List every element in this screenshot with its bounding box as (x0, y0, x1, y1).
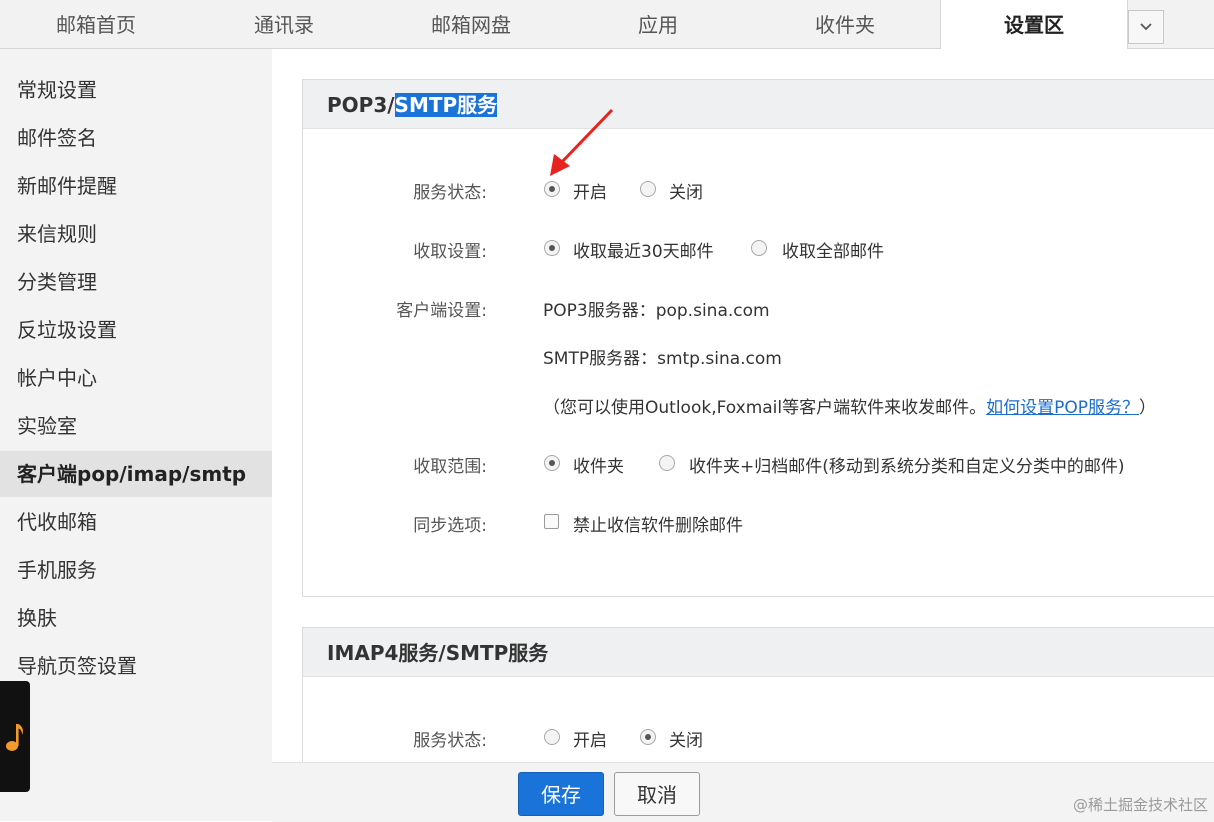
sidebar-item-client-protocols[interactable]: 客户端pop/imap/smtp (0, 451, 272, 497)
no-delete-checkbox[interactable] (544, 514, 559, 529)
pop3-fetch-label: 收取设置: (413, 242, 487, 262)
pop3-fetch-30-radio[interactable] (544, 240, 560, 256)
sidebar-item-mobile[interactable]: 手机服务 (0, 547, 272, 593)
annotation-arrow-icon (550, 108, 614, 176)
client-note-open: （您可以使用Outlook,Foxmail等客户端软件来收发邮件。 (543, 398, 987, 418)
client-note-close: ） (1139, 398, 1157, 418)
imap-smtp-panel: IMAP4服务/SMTP服务 服务状态: 开启 关闭 (302, 627, 1214, 767)
pop3-fetch-all-radio[interactable] (751, 240, 767, 256)
sidebar-item-categories[interactable]: 分类管理 (0, 259, 272, 305)
no-delete-label[interactable]: 禁止收信软件删除邮件 (573, 511, 743, 536)
pop3-status-off-radio[interactable] (640, 181, 656, 197)
sidebar-item-new-mail-alert[interactable]: 新邮件提醒 (0, 163, 272, 209)
pop3-scope-archive-radio[interactable] (659, 455, 675, 471)
tab-cloud-drive[interactable]: 邮箱网盘 (376, 0, 566, 48)
tab-settings[interactable]: 设置区 (940, 0, 1128, 49)
tab-more-button[interactable] (1128, 10, 1164, 44)
pop3-status-off-label[interactable]: 关闭 (669, 178, 703, 203)
pop3-scope-label: 收取范围: (413, 457, 487, 477)
sidebar-item-mail-rules[interactable]: 来信规则 (0, 211, 272, 257)
sidebar-item-mail-fetch[interactable]: 代收邮箱 (0, 499, 272, 545)
pop3-fetch-all-label[interactable]: 收取全部邮件 (782, 237, 884, 262)
pop3-scope-inbox-label[interactable]: 收件夹 (573, 452, 624, 477)
pop3-server-text: POP3服务器：pop.sina.com (543, 301, 770, 321)
pop3-scope-archive-label[interactable]: 收件夹+归档邮件(移动到系统分类和自定义分类中的邮件) (689, 452, 1125, 477)
sidebar-item-nav-tabs[interactable]: 导航页签设置 (0, 643, 272, 689)
pop3-fetch-30-label[interactable]: 收取最近30天邮件 (573, 237, 714, 262)
tab-apps[interactable]: 应用 (566, 0, 750, 48)
smtp-server-text: SMTP服务器：smtp.sina.com (543, 349, 782, 369)
settings-sidebar: 常规设置 邮件签名 新邮件提醒 来信规则 分类管理 反垃圾设置 帐户中心 实验室… (0, 49, 272, 821)
pop-help-link[interactable]: 如何设置POP服务？ (986, 398, 1139, 418)
pop3-smtp-panel: POP3/SMTP服务 服务状态: 开启 关闭 收取设置: 收取最近30天邮件 … (302, 79, 1214, 597)
imap-panel-title: IMAP4服务/SMTP服务 (303, 628, 1214, 677)
top-nav-bar: 邮箱首页 通讯录 邮箱网盘 应用 收件夹 设置区 (0, 0, 1214, 49)
pop3-title-selected: SMTP服务 (394, 93, 498, 117)
sidebar-item-general[interactable]: 常规设置 (0, 67, 272, 113)
sidebar-item-skin[interactable]: 换肤 (0, 595, 272, 641)
sidebar-item-account-center[interactable]: 帐户中心 (0, 355, 272, 401)
pop3-client-label: 客户端设置: (396, 301, 487, 321)
pop3-panel-title: POP3/SMTP服务 (303, 80, 1214, 129)
sidebar-item-lab[interactable]: 实验室 (0, 403, 272, 449)
watermark: @稀土掘金技术社区 (1072, 796, 1208, 814)
imap-status-off-radio[interactable] (640, 729, 656, 745)
client-note: （您可以使用Outlook,Foxmail等客户端软件来收发邮件。如何设置POP… (543, 393, 1156, 418)
pop3-sync-label: 同步选项: (413, 516, 487, 536)
pop3-status-label: 服务状态: (413, 183, 487, 203)
save-button[interactable]: 保存 (518, 772, 604, 816)
music-widget[interactable] (0, 681, 30, 792)
sidebar-item-anti-spam[interactable]: 反垃圾设置 (0, 307, 272, 353)
tab-contacts[interactable]: 通讯录 (192, 0, 376, 48)
sidebar-item-signature[interactable]: 邮件签名 (0, 115, 272, 161)
imap-status-label: 服务状态: (413, 731, 487, 751)
tab-mail-home[interactable]: 邮箱首页 (0, 0, 192, 48)
pop3-scope-inbox-radio[interactable] (544, 455, 560, 471)
pop3-title-prefix: POP3/ (327, 93, 395, 117)
music-note-icon (6, 723, 23, 751)
chevron-down-icon (1140, 23, 1152, 31)
tab-inbox[interactable]: 收件夹 (750, 0, 940, 48)
cancel-button[interactable]: 取消 (614, 772, 700, 816)
imap-status-off-label[interactable]: 关闭 (669, 726, 703, 751)
imap-status-on-radio[interactable] (544, 729, 560, 745)
imap-status-on-label[interactable]: 开启 (573, 726, 607, 751)
